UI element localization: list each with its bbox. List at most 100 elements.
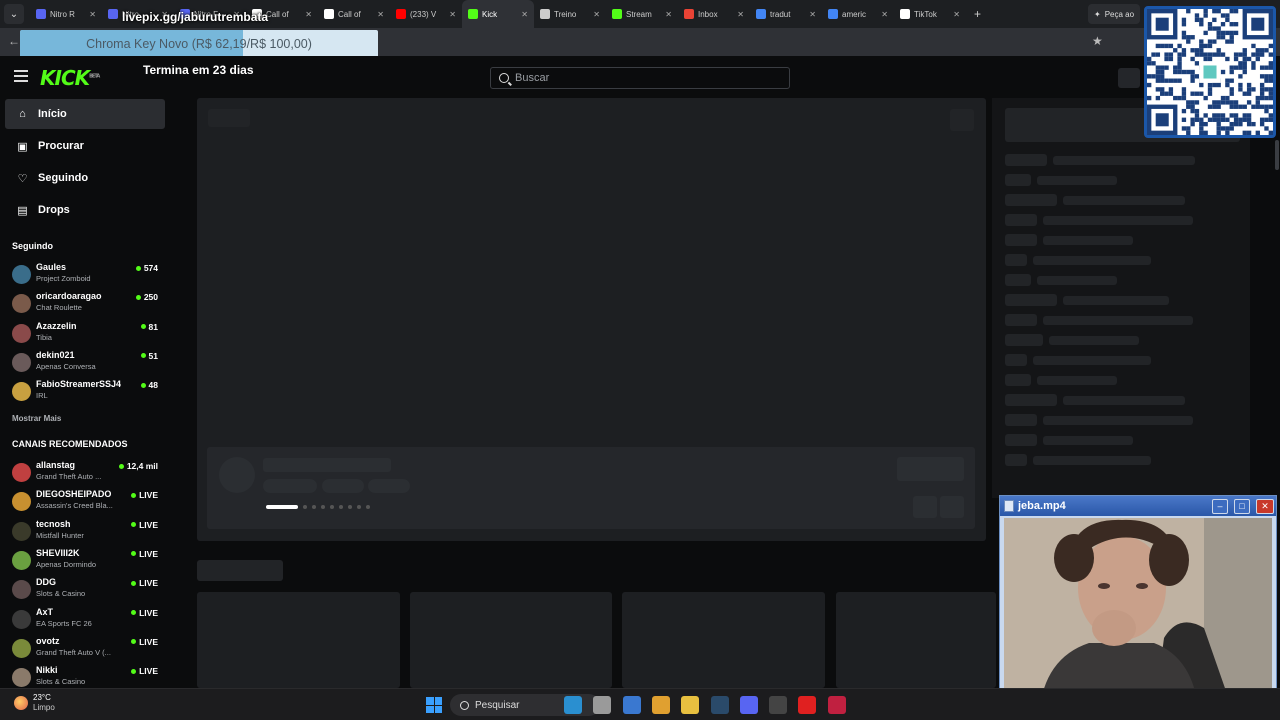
obs-icon[interactable] [769,696,788,714]
sidebar-nav-seguindo[interactable]: ♡ Seguindo [5,163,165,193]
close-button[interactable]: ✕ [1256,498,1274,514]
tab-close-icon[interactable]: ✕ [665,10,672,19]
tab-close-icon[interactable]: ✕ [449,10,456,19]
media-player-window[interactable]: jeba.mp4 – □ ✕ [999,495,1277,717]
windows-start-icon[interactable] [426,697,442,713]
channel-category: Mistfall Hunter [36,530,84,540]
discord-icon[interactable] [739,696,758,714]
word-icon[interactable] [622,696,641,714]
channel-item[interactable]: ovotz Grand Theft Auto V (... LIVE [12,636,162,664]
channel-item[interactable]: DDG Slots & Casino LIVE [12,577,162,605]
browser-tab[interactable]: Treino ✕ [534,0,606,28]
page-scrollbar[interactable] [1275,140,1279,170]
ask-ai-button[interactable]: ✦ Peça ao [1088,4,1141,24]
show-more-link[interactable]: Mostrar Mais [12,414,61,423]
carousel-dot[interactable] [357,505,361,509]
carousel-dot[interactable] [339,505,343,509]
file-icon [1004,500,1014,512]
tab-close-icon[interactable]: ✕ [953,10,960,19]
sidebar-nav-drops[interactable]: ▤ Drops [5,195,165,225]
chrome-icon[interactable] [651,696,670,714]
carousel-dot[interactable] [330,505,334,509]
browser-tab[interactable]: americ ✕ [822,0,894,28]
channel-item[interactable]: DIEGOSHEIPADO Assassin's Creed Bla... LIVE [12,489,162,517]
channel-item[interactable]: allanstag Grand Theft Auto ... 12,4 mil [12,460,162,488]
tab-close-icon[interactable]: ✕ [593,10,600,19]
weather-icon [14,695,28,710]
channel-item[interactable]: AxT EA Sports FC 26 LIVE [12,607,162,635]
channel-item[interactable]: oricardoaragao Chat Roulette 250 [12,291,162,319]
sidebar-nav-incio[interactable]: ⌂ Início [5,99,165,129]
tab-close-icon[interactable]: ✕ [521,10,528,19]
following-section-title: Seguindo [12,241,53,251]
tab-close-icon[interactable]: ✕ [377,10,384,19]
carousel-dot[interactable] [266,505,298,509]
browser-tab[interactable]: TikTok ✕ [894,0,966,28]
channel-item[interactable]: FabioStreamerSSJ4 IRL 48 [12,379,162,407]
viewer-count-text: LIVE [139,607,158,618]
channel-item[interactable]: SHEVIII2K Apenas Dormindo LIVE [12,548,162,576]
carousel-dots[interactable] [266,505,370,509]
layout-icon[interactable] [1118,68,1140,88]
carousel-dot[interactable] [303,505,307,509]
carousel-dot[interactable] [321,505,325,509]
viewer-count-text: 81 [148,321,158,332]
viewer-count-text: LIVE [139,636,158,647]
bookmark-star-icon[interactable]: ★ [1092,34,1103,48]
tab-close-icon[interactable]: ✕ [809,10,816,19]
back-arrow-icon[interactable]: ← [8,34,20,48]
new-tab-button[interactable]: + [974,7,981,21]
search-input[interactable]: Buscar [490,67,790,89]
skeleton-chat-message [1063,396,1185,405]
google-icon [828,9,838,19]
app-icon[interactable] [827,696,846,714]
file-icon[interactable] [593,696,612,714]
carousel-dot[interactable] [312,505,316,509]
tab-close-icon[interactable]: ✕ [881,10,888,19]
skeleton-next-button [940,496,964,518]
kick-logo[interactable]: KICKBETA [40,66,100,90]
channel-category: Grand Theft Auto ... [36,472,102,481]
windows-taskbar: 23°C Limpo Pesquisar [0,688,1280,720]
window-titlebar[interactable]: jeba.mp4 – □ ✕ [1000,496,1276,516]
menu-icon[interactable] [14,70,28,82]
minimize-button[interactable]: – [1212,498,1228,514]
battlenet-icon [324,9,334,19]
weather-widget[interactable]: 23°C Limpo [14,693,55,712]
avatar [12,265,31,284]
explorer-icon[interactable] [681,696,700,714]
sidebar-nav-label: Seguindo [38,172,89,184]
carousel-dot[interactable] [366,505,370,509]
skeleton-chat-message [1063,296,1169,305]
tab-search-button[interactable]: ⌄ [4,4,24,24]
browser-tab[interactable]: Call of ✕ [318,0,390,28]
maximize-button[interactable]: □ [1234,498,1250,514]
viewer-count: 12,4 mil [118,461,158,471]
tab-close-icon[interactable]: ✕ [305,10,312,19]
channel-item[interactable]: dekin021 Apenas Conversa 51 [12,350,162,378]
skeleton-chat-username [1005,194,1057,206]
browser-tab[interactable]: Inbox ✕ [678,0,750,28]
browser-tab[interactable]: Stream ✕ [606,0,678,28]
steam-icon[interactable] [710,696,729,714]
channel-item[interactable]: Azazzelin Tibia 81 [12,321,162,349]
browser-tab[interactable]: Kick ✕ [462,0,534,28]
skeleton-card [622,592,825,688]
tab-close-icon[interactable]: ✕ [89,10,96,19]
skeleton-line [263,458,391,472]
featured-stream-player[interactable] [197,98,986,541]
youtube-icon[interactable] [798,696,817,714]
channel-name: AxT [36,606,54,617]
tab-close-icon[interactable]: ✕ [737,10,744,19]
skeleton-chat-username [1005,154,1047,166]
tab-label: Call of [338,9,361,19]
channel-item[interactable]: tecnosh Mistfall Hunter LIVE [12,519,162,547]
channel-item[interactable]: Gaules Project Zomboid 574 [12,262,162,290]
channel-name: ovotz [36,635,60,646]
browser-tab[interactable]: Nitro R ✕ [30,0,102,28]
sidebar-nav-procurar[interactable]: ▣ Procurar [5,131,165,161]
edge-icon[interactable] [564,696,582,714]
carousel-dot[interactable] [348,505,352,509]
browser-tab[interactable]: tradut ✕ [750,0,822,28]
browser-tab[interactable]: (233) V ✕ [390,0,462,28]
